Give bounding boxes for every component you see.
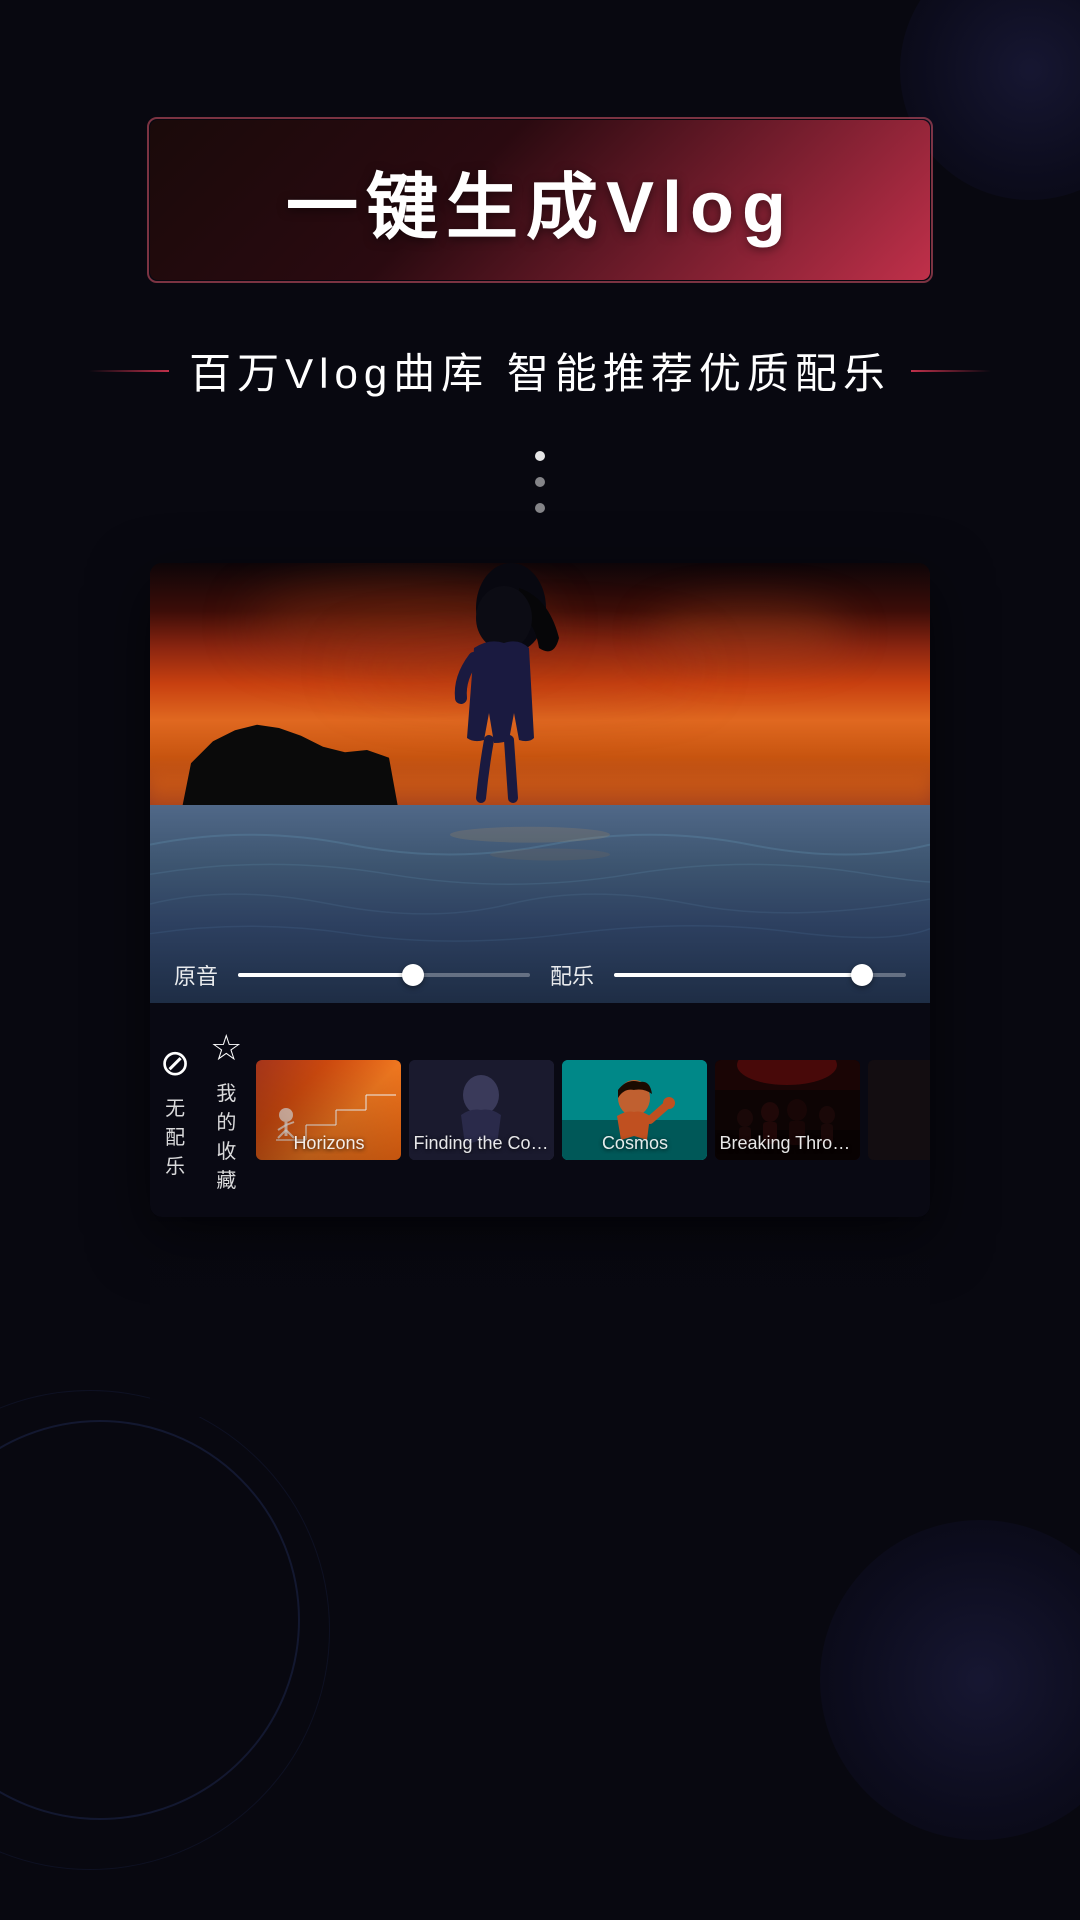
favorites-icon: ☆ bbox=[210, 1027, 242, 1069]
dot-1[interactable] bbox=[535, 451, 545, 461]
track-breaking[interactable]: Breaking Through bbox=[715, 1060, 860, 1160]
video-card: 原音 配乐 ⊘ 无配乐 ☆ 我的收藏 bbox=[150, 563, 930, 1217]
track-no-music[interactable]: ⊘ 无配乐 bbox=[150, 1034, 200, 1187]
no-music-icon: ⊘ bbox=[160, 1042, 190, 1084]
track-favorites[interactable]: ☆ 我的收藏 bbox=[200, 1019, 252, 1201]
cloud-2 bbox=[650, 603, 850, 663]
dot-2[interactable] bbox=[535, 477, 545, 487]
original-audio-slider[interactable] bbox=[238, 973, 530, 977]
reflection-fade bbox=[150, 1217, 930, 1417]
music-audio-slider[interactable] bbox=[614, 973, 906, 977]
subtitle-dash-left bbox=[89, 370, 169, 372]
finding-name: Finding the Con... bbox=[409, 1133, 554, 1154]
track-horizons[interactable]: Horizons bbox=[256, 1060, 401, 1160]
favorites-label: 我的收藏 bbox=[210, 1077, 242, 1193]
bg-decoration-bottom-right bbox=[820, 1520, 1080, 1840]
next-partial-art bbox=[868, 1060, 930, 1160]
track-cosmos[interactable]: Cosmos bbox=[562, 1060, 707, 1160]
reflection-container: ⊘无配乐 ☆我的收藏 Horizons Finding the Con... C… bbox=[150, 1217, 930, 1417]
music-tracks-bar: ⊘ 无配乐 ☆ 我的收藏 bbox=[150, 1003, 930, 1217]
track-finding[interactable]: Finding the Con... bbox=[409, 1060, 554, 1160]
hero-banner: 一键生成Vlog bbox=[150, 120, 930, 280]
no-music-label: 无配乐 bbox=[160, 1092, 190, 1179]
subtitle-row: 百万Vlog曲库 智能推荐优质配乐 bbox=[89, 340, 991, 401]
bg-arc-2 bbox=[0, 1390, 330, 1870]
original-audio-label: 原音 bbox=[174, 959, 218, 991]
music-audio-label: 配乐 bbox=[550, 959, 594, 991]
person-svg bbox=[439, 563, 559, 818]
main-content: 一键生成Vlog 百万Vlog曲库 智能推荐优质配乐 bbox=[0, 0, 1080, 1417]
video-scene: 原音 配乐 bbox=[150, 563, 930, 1003]
hero-title: 一键生成Vlog bbox=[150, 120, 930, 280]
dots-indicator bbox=[535, 451, 545, 513]
breaking-name: Breaking Through bbox=[715, 1133, 860, 1154]
subtitle-dash-right bbox=[911, 370, 991, 372]
track-next-partial[interactable] bbox=[868, 1060, 930, 1160]
dot-3[interactable] bbox=[535, 503, 545, 513]
person-silhouette bbox=[439, 563, 559, 823]
audio-controls: 原音 配乐 bbox=[150, 959, 930, 991]
horizons-name: Horizons bbox=[256, 1133, 401, 1154]
cosmos-name: Cosmos bbox=[562, 1133, 707, 1154]
subtitle-text: 百万Vlog曲库 智能推荐优质配乐 bbox=[189, 340, 891, 401]
